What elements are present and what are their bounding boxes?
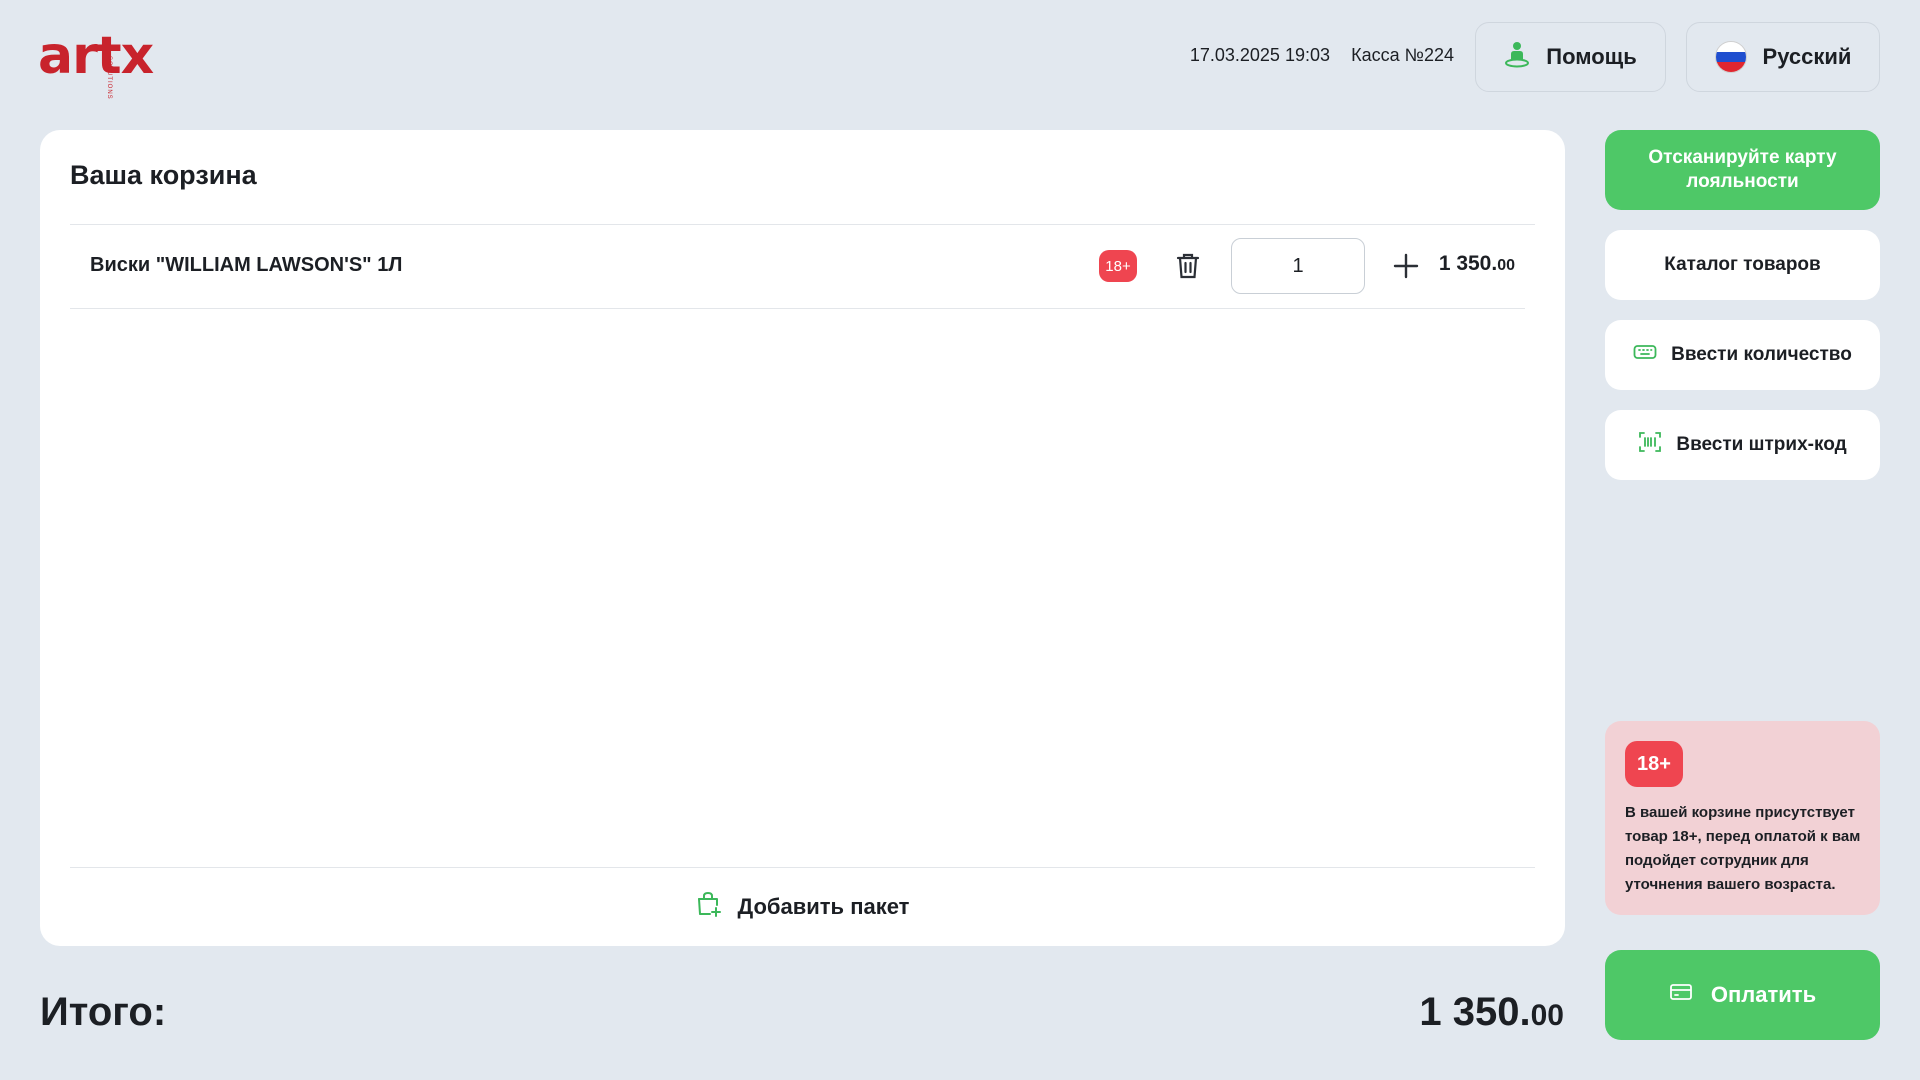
russia-flag-icon	[1714, 41, 1747, 73]
cart-title: Ваша корзина	[70, 160, 257, 190]
item-name: Виски "WILLIAM LAWSON'S" 1Л	[90, 254, 403, 276]
pay-button[interactable]: Оплатить	[1605, 950, 1880, 1040]
age-warning-panel: 18+ В вашей корзине присутствует товар 1…	[1605, 721, 1880, 915]
total-amount-main: 1 350.	[1419, 990, 1531, 1034]
keyboard-icon	[1633, 343, 1657, 367]
catalog-label: Каталог товаров	[1664, 254, 1821, 275]
total-amount: 1 350.00	[1419, 990, 1564, 1035]
artix-logo: artx SOLUTIONS	[38, 20, 154, 100]
credit-card-icon	[1669, 982, 1693, 1008]
scan-loyalty-card-button[interactable]: Отсканируйте карту лояльности	[1605, 130, 1880, 210]
enter-quantity-button[interactable]: Ввести количество	[1605, 320, 1880, 390]
barcode-icon	[1638, 431, 1662, 459]
shopping-bag-add-icon	[696, 891, 722, 923]
datetime: 17.03.2025 19:03	[1189, 45, 1330, 65]
item-price-cents: 00	[1497, 257, 1515, 274]
loyalty-label: Отсканируйте карту лояльности	[1648, 147, 1837, 192]
add-bag-button[interactable]: Добавить пакет	[40, 882, 1565, 932]
cart-item-row: Виски "WILLIAM LAWSON'S" 1Л 18+ 1 350.00	[70, 224, 1525, 308]
divider	[70, 867, 1535, 868]
person-help-icon	[1504, 40, 1530, 74]
cart-panel: Ваша корзина Виски "WILLIAM LAWSON'S" 1Л…	[40, 130, 1565, 946]
language-label: Русский	[1762, 44, 1852, 69]
help-label: Помощь	[1546, 44, 1637, 69]
pay-label: Оплатить	[1710, 982, 1817, 1007]
item-price-main: 1 350.	[1438, 252, 1498, 275]
catalog-button[interactable]: Каталог товаров	[1605, 230, 1880, 300]
logo-subtext: SOLUTIONS	[106, 56, 112, 100]
trash-icon[interactable]	[1170, 248, 1206, 284]
enter-barcode-label: Ввести штрих-код	[1676, 434, 1847, 455]
register-number: Касса №224	[1351, 45, 1454, 65]
plus-icon[interactable]	[1388, 248, 1424, 284]
help-button[interactable]: Помощь	[1475, 22, 1666, 92]
language-button[interactable]: Русский	[1686, 22, 1880, 92]
item-price: 1 350.00	[1439, 252, 1515, 276]
age-restriction-badge: 18+	[1099, 250, 1137, 282]
divider	[70, 308, 1525, 309]
logo-text: artx	[38, 26, 154, 86]
enter-quantity-label: Ввести количество	[1671, 344, 1852, 365]
age-warning-text: В вашей корзине присутствует товар 18+, …	[1625, 804, 1861, 893]
total-amount-cents: 00	[1530, 999, 1564, 1032]
age-restriction-badge: 18+	[1625, 741, 1683, 787]
quantity-input[interactable]	[1231, 238, 1365, 294]
enter-barcode-button[interactable]: Ввести штрих-код	[1605, 410, 1880, 480]
add-bag-label: Добавить пакет	[737, 894, 910, 919]
total-label: Итого:	[40, 990, 167, 1034]
